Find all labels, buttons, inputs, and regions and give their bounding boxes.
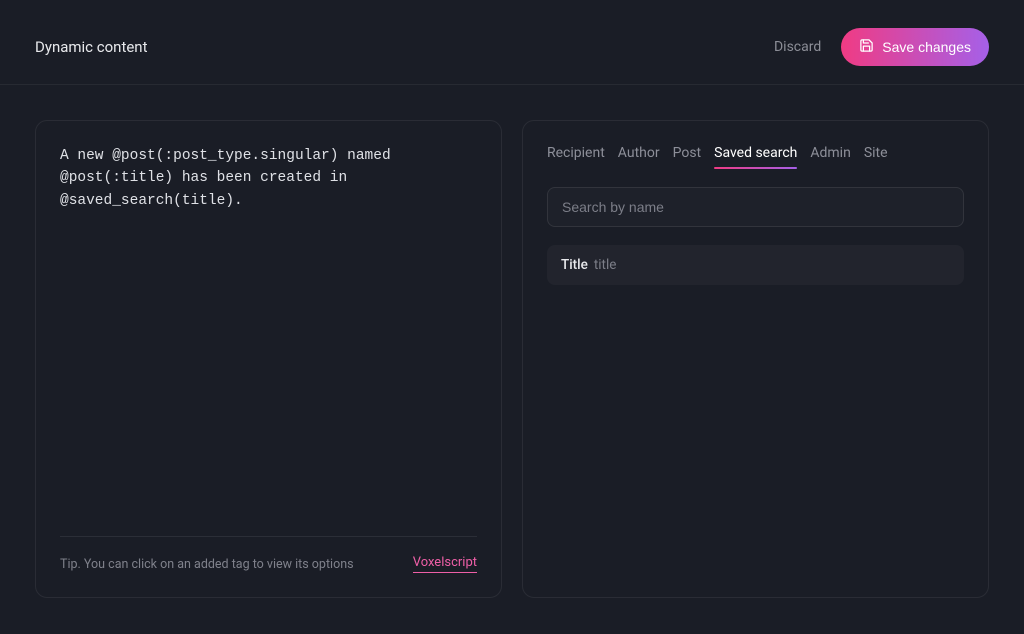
tab-admin[interactable]: Admin — [810, 145, 850, 169]
tab-recipient[interactable]: Recipient — [547, 145, 605, 169]
tag-slug: title — [594, 257, 617, 273]
editor-footer: Tip. You can click on an added tag to vi… — [60, 536, 477, 573]
voxelscript-link[interactable]: Voxelscript — [413, 555, 477, 573]
content: A new @post(:post_type.singular) named @… — [0, 85, 1024, 633]
tag-item-title[interactable]: Title title — [547, 245, 964, 285]
header-actions: Discard Save changes — [774, 28, 989, 66]
tip-text: Tip. You can click on an added tag to vi… — [60, 557, 354, 572]
search-input[interactable] — [547, 187, 964, 227]
tab-post[interactable]: Post — [673, 145, 702, 169]
tags-panel: Recipient Author Post Saved search Admin… — [522, 120, 989, 598]
save-changes-button[interactable]: Save changes — [841, 28, 989, 66]
tabs: Recipient Author Post Saved search Admin… — [547, 145, 964, 169]
editor-panel: A new @post(:post_type.singular) named @… — [35, 120, 502, 598]
tab-author[interactable]: Author — [618, 145, 660, 169]
page-title: Dynamic content — [35, 38, 148, 56]
code-editor[interactable]: A new @post(:post_type.singular) named @… — [60, 145, 477, 526]
save-icon — [859, 38, 874, 56]
discard-button[interactable]: Discard — [774, 39, 821, 55]
header: Dynamic content Discard Save changes — [0, 0, 1024, 85]
save-button-label: Save changes — [882, 39, 971, 55]
tab-saved-search[interactable]: Saved search — [714, 145, 797, 169]
tag-name: Title — [561, 257, 588, 273]
tab-site[interactable]: Site — [864, 145, 888, 169]
